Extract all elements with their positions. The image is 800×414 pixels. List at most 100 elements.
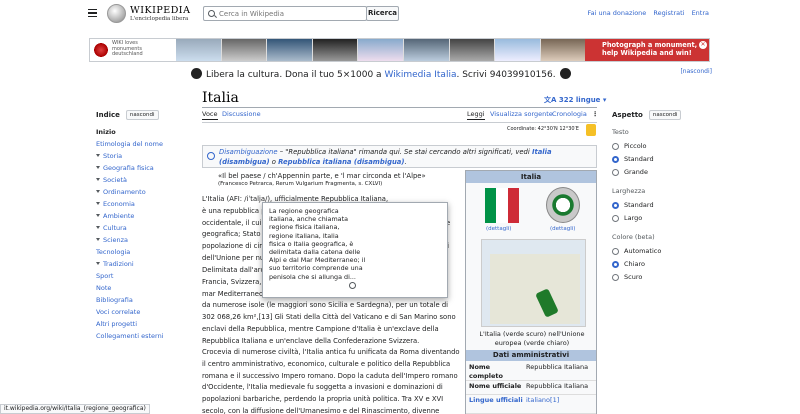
notice-link[interactable]: Wikimedia Italia [384, 70, 456, 80]
appearance-panel: Aspetto nascondi Testo Piccolo Standard Gra… [612, 110, 702, 284]
register-link[interactable]: Registrati [653, 9, 684, 17]
emblem-details-link[interactable]: (dettagli) [550, 226, 575, 232]
tab-source[interactable]: Visualizza sorgente [490, 110, 553, 118]
language-button[interactable]: 文A 322 lingue ▾ [544, 95, 606, 105]
sidebar-item[interactable]: Etimologia del nome [96, 138, 196, 150]
infobox-row: Nome ufficiale Repubblica Italiana [466, 382, 596, 395]
radio-icon[interactable] [612, 156, 619, 163]
tab-discussione[interactable]: Discussione [222, 110, 261, 118]
banner-close-icon[interactable]: ✕ [699, 41, 707, 49]
text-line: Crocevia di numerose civiltà, l'Italia a… [202, 348, 460, 356]
radio-option[interactable]: Largo [612, 212, 702, 225]
sidebar-item[interactable]: Tecnologia [96, 246, 196, 258]
paw-icon [191, 68, 202, 79]
tab-history[interactable]: Cronologia [552, 110, 587, 118]
paragraph-history: Crocevia di numerose civiltà, l'Italia a… [202, 347, 464, 414]
popup-line: suo territorio comprende una [269, 264, 363, 273]
sidebar-item[interactable]: Ordinamento [96, 186, 196, 198]
hide-notice-link[interactable]: [nascondi] [680, 68, 712, 75]
wlm-logo-icon [93, 42, 109, 58]
radio-option[interactable]: Standard [612, 153, 702, 166]
sidebar-item[interactable]: Collegamenti esterni [96, 330, 196, 342]
chevron-down-icon[interactable] [96, 214, 100, 217]
radio-icon[interactable] [612, 215, 619, 222]
disambiguation-link[interactable]: Disambiguazione [219, 148, 278, 156]
site-notice: Libera la cultura. Dona il tuo 5×1000 a … [187, 68, 575, 80]
banner-cta[interactable]: Photograph a monument, help Wikipedia an… [585, 39, 709, 61]
emblem-image[interactable] [546, 187, 580, 223]
text-line: secolo, con la diffusione dell'Umanesimo… [202, 406, 440, 414]
text-line: d'Occidente, l'Italia medievale fu sogge… [202, 383, 443, 392]
radio-icon[interactable] [612, 261, 619, 268]
logo-wordmark[interactable]: WIKIPEDIA [130, 5, 190, 16]
radio-icon[interactable] [612, 274, 619, 281]
chevron-down-icon[interactable] [96, 190, 100, 193]
search-input[interactable] [219, 8, 364, 19]
search-button[interactable]: Ricerca [366, 6, 399, 21]
sidebar-item[interactable]: Economia [96, 198, 196, 210]
location-map[interactable] [481, 239, 586, 327]
sidebar-item[interactable]: Note [96, 282, 196, 294]
sidebar-item[interactable]: Geografia fisica [96, 162, 196, 174]
sidebar-item[interactable]: Società [96, 174, 196, 186]
monument-photos [176, 39, 632, 61]
gear-icon[interactable] [349, 282, 356, 289]
sidebar-item[interactable]: Storia [96, 150, 196, 162]
text-line: romana e il successivo Impero romano. Do… [202, 371, 458, 380]
epigraph: «Il bel paese / ch'Appennin parte, e 'l … [218, 172, 426, 187]
search-box[interactable] [203, 6, 367, 21]
flag-details-link[interactable]: (dettagli) [486, 226, 511, 232]
radio-option[interactable]: Scuro [612, 271, 702, 284]
sidebar-item[interactable]: Sport [96, 270, 196, 282]
radio-option[interactable]: Standard [612, 199, 702, 212]
radio-icon[interactable] [612, 202, 619, 209]
sidebar-item[interactable]: Altri progetti [96, 318, 196, 330]
radio-icon[interactable] [612, 248, 619, 255]
chevron-down-icon[interactable] [96, 178, 100, 181]
sidebar-item[interactable]: Bibliografia [96, 294, 196, 306]
lock-icon[interactable] [586, 124, 596, 136]
tab-leggi[interactable]: Leggi [467, 110, 485, 120]
radio-option[interactable]: Piccolo [612, 140, 702, 153]
chevron-down-icon[interactable] [96, 154, 100, 157]
tab-voce[interactable]: Voce [202, 110, 218, 120]
text-size-label: Testo [612, 128, 629, 136]
sidebar-item[interactable]: Cultura [96, 222, 196, 234]
toc-hide-button[interactable]: nascondi [125, 110, 159, 120]
chevron-down-icon[interactable] [96, 226, 100, 229]
chevron-down-icon[interactable] [96, 238, 100, 241]
sidebar-item[interactable]: Ambiente [96, 210, 196, 222]
sidebar-item[interactable]: Tradizioni [96, 258, 196, 270]
main-menu-icon[interactable] [88, 9, 97, 18]
popup-line: fisica o Italia geografica, è [269, 239, 354, 248]
popup-line: penisola che si allunga di... [269, 272, 356, 281]
sidebar-item[interactable]: Voci correlate [96, 306, 196, 318]
map-caption: L'Italia (verde scuro) nell'Unione europ… [479, 330, 585, 347]
login-link[interactable]: Entra [692, 9, 709, 17]
sidebar-item[interactable]: Scienza [96, 234, 196, 246]
text-line: 302 068,26 km²,[13] Gli Stati della Citt… [202, 313, 456, 322]
sidebar-item[interactable]: Inizio [96, 126, 196, 138]
text-line: Repubblica Italiana e un'enclave della C… [202, 336, 420, 345]
chevron-down-icon[interactable] [96, 166, 100, 169]
link-preview-popup[interactable]: La regione geografica italiana, anche chi… [262, 202, 448, 298]
more-menu-icon[interactable]: ⋮ [592, 110, 599, 118]
text-line: enclavi della Repubblica, mentre Campion… [202, 324, 439, 333]
wlm-banner[interactable]: WIKI loves monuments deutschland Photograp… [89, 38, 710, 62]
chevron-down-icon[interactable] [96, 262, 100, 265]
radio-icon[interactable] [612, 143, 619, 150]
toc-sidebar: Indice nascondi Inizio Etimologia del nome… [96, 110, 196, 342]
coordinates[interactable]: Coordinate: 42°30′N 12°30′E [507, 126, 579, 132]
radio-option[interactable]: Automatico [612, 245, 702, 258]
radio-icon[interactable] [612, 169, 619, 176]
popup-line: italiana, anche chiamata [269, 215, 349, 224]
chevron-down-icon[interactable] [96, 202, 100, 205]
repubblica-disambigua-link[interactable]: Repubblica italiana (disambigua) [278, 158, 404, 166]
radio-option[interactable]: Chiaro [612, 258, 702, 271]
text-line: il centro amministrativo, economico, cul… [202, 359, 451, 368]
donate-link[interactable]: Fai una donazione [587, 9, 646, 17]
flag-image[interactable] [485, 188, 519, 223]
radio-option[interactable]: Grande [612, 166, 702, 179]
wikipedia-globe-icon[interactable] [107, 4, 126, 23]
appearance-hide-button[interactable]: nascondi [648, 110, 682, 120]
